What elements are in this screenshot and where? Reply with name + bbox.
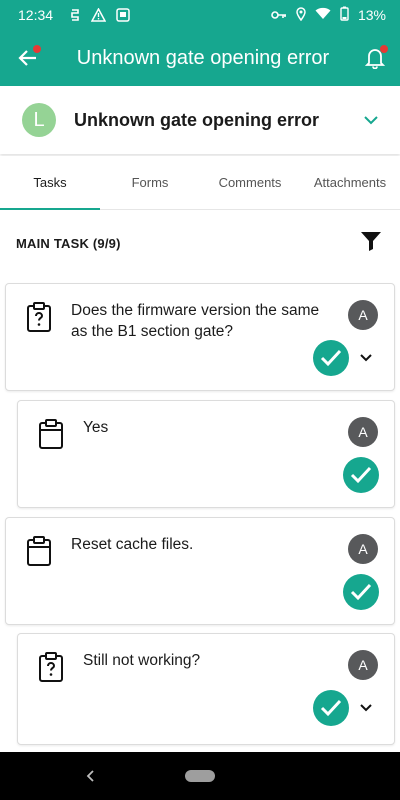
task-complete-toggle[interactable] [343,574,379,610]
filter-button[interactable] [360,230,382,257]
task-complete-toggle[interactable] [343,457,379,493]
clipboard-question-icon [39,652,63,682]
tab-attachments[interactable]: Attachments [300,156,400,209]
warning-icon [91,8,107,23]
assignee-avatar[interactable]: A [348,650,378,680]
ticket-avatar: L [22,103,56,137]
tab-comments[interactable]: Comments [200,156,300,209]
vpn-key-icon [271,7,287,23]
task-card[interactable]: Does the firmware version the same as th… [5,283,395,391]
task-card[interactable]: Still not working? A [17,633,395,745]
nav-back-button[interactable] [82,766,98,786]
status-bar: 12:34 13% [0,0,400,30]
assignee-avatar[interactable]: A [348,417,378,447]
clipboard-icon [39,419,63,449]
task-complete-toggle[interactable] [313,340,349,376]
task-text-line: Does the firmware version the same [71,302,320,319]
clipboard-question-icon [27,302,51,332]
wifi-icon [315,7,331,23]
back-button[interactable] [0,30,56,86]
main-task-section: MAIN TASK (9/9) [0,222,400,264]
chevron-down-icon [364,115,378,124]
task-card[interactable]: Reset cache files. A [5,517,395,625]
notification-badge-dot [380,45,388,53]
subtask-expand-button[interactable] [356,698,376,718]
tab-tasks[interactable]: Tasks [0,156,100,210]
task-text-line: Still not working? [83,652,201,669]
check-icon [320,699,342,717]
task-card[interactable]: Yes A [17,400,395,508]
home-pill[interactable] [185,770,215,782]
tab-forms[interactable]: Forms [100,156,200,209]
battery-icon [340,6,349,24]
app-bar-title: Unknown gate opening error [76,46,330,69]
check-icon [350,466,372,484]
clipboard-icon [27,536,51,566]
assignee-avatar[interactable]: A [348,300,378,330]
subtask-expand-button[interactable] [356,348,376,368]
section-title: MAIN TASK (9/9) [16,235,121,251]
location-icon [296,6,306,24]
header-expand-button[interactable] [342,115,400,125]
notifications-button[interactable] [350,30,400,86]
screenshot-icon [115,8,130,23]
chevron-down-icon [360,704,372,712]
task-text: Reset cache files. [71,534,193,555]
nav-back-icon [86,770,94,782]
check-icon [350,583,372,601]
assignee-avatar[interactable]: A [348,534,378,564]
chevron-down-icon [360,354,372,362]
tab-bar: Tasks Forms Comments Attachments [0,156,400,210]
task-text: Still not working? [83,650,200,671]
task-text-line: as the B1 section gate? [71,323,234,340]
task-text-line: Reset cache files. [71,536,194,553]
ticket-title: Unknown gate opening error [74,109,320,130]
task-complete-toggle[interactable] [313,690,349,726]
battery-percent: 13% [357,7,386,23]
task-text: Does the firmware version the same as th… [71,300,319,342]
sync-icon [67,8,82,23]
status-time: 12:34 [18,7,54,23]
filter-icon [361,231,381,251]
app-bar: Unknown gate opening error [0,30,400,86]
ticket-header[interactable]: L Unknown gate opening error [0,86,400,154]
back-badge-dot [33,45,41,53]
system-nav-bar [0,752,400,800]
task-text-line: Yes [83,419,109,436]
task-text: Yes [83,417,108,438]
check-icon [320,349,342,367]
